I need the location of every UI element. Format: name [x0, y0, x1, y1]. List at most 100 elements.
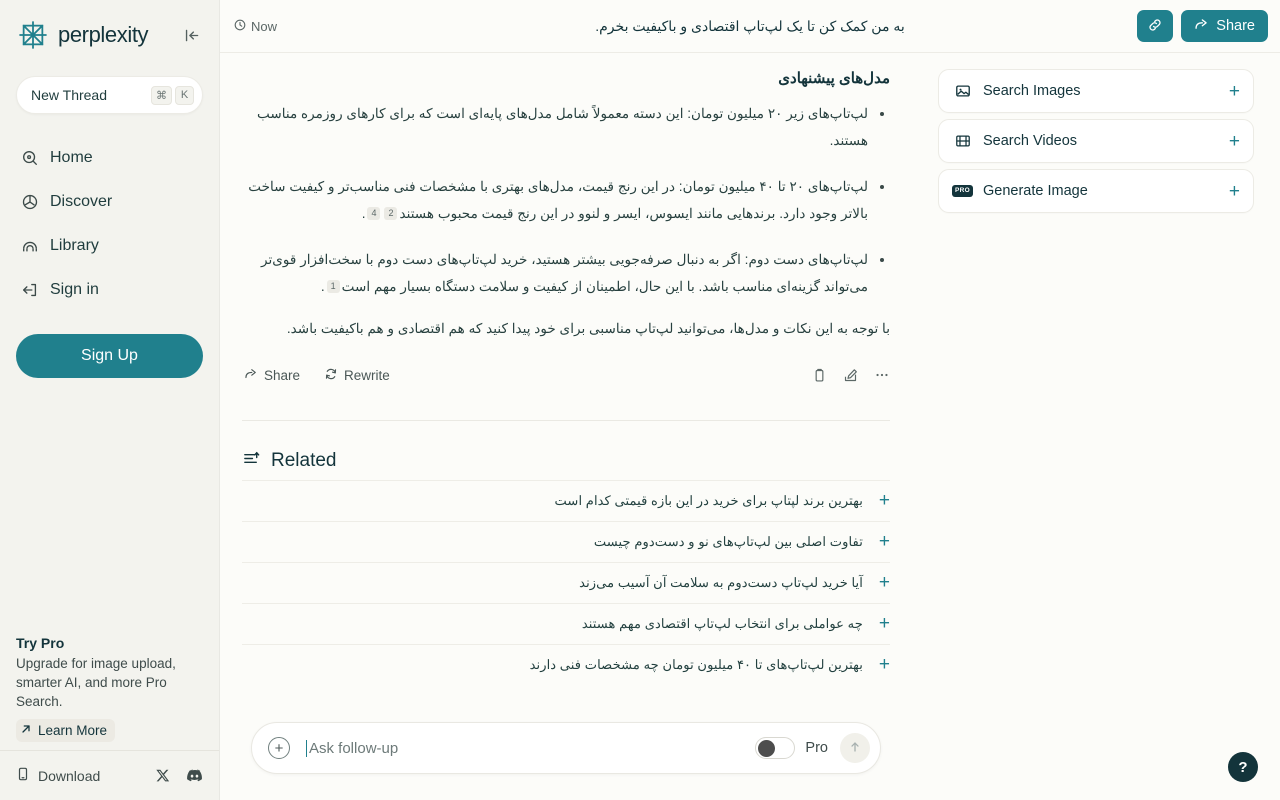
- answer-icon-actions: [812, 367, 890, 383]
- top-actions: Share: [1137, 10, 1268, 42]
- plus-icon[interactable]: +: [865, 573, 890, 592]
- list-item: لپ‌تاپ‌های دست دوم: اگر به دنبال صرفه‌جو…: [242, 247, 890, 300]
- search-images-card[interactable]: Search Images +: [938, 69, 1254, 113]
- answer-heading: مدل‌های پیشنهادی: [778, 70, 890, 87]
- top-bar: Now به من کمک کن تا یک لپ‌تاپ اقتصادی و …: [220, 0, 1280, 53]
- related-item[interactable]: آیا خرید لپ‌تاپ دست‌دوم به سلامت آن آسیب…: [242, 561, 890, 603]
- shortcut-key-cmd: ⌘: [151, 85, 172, 105]
- perplexity-star-logo: [16, 18, 50, 52]
- sidebar-item-label-library: Library: [50, 237, 99, 254]
- citation-badge[interactable]: 4: [367, 206, 381, 220]
- sidebar-item-discover[interactable]: Discover: [0, 180, 219, 224]
- share-arrow-icon: [244, 367, 258, 384]
- social-links: [155, 768, 203, 783]
- image-icon: [953, 83, 972, 99]
- list-item: لپ‌تاپ‌های ۲۰ تا ۴۰ میلیون تومان: در این…: [242, 174, 890, 227]
- answer-closing-paragraph: با توجه به این نکات و مدل‌ها، می‌توانید …: [286, 321, 890, 336]
- related-item[interactable]: بهترین برند لپتاپ برای خرید در این بازه …: [242, 479, 890, 521]
- generate-image-label: Generate Image: [983, 183, 1088, 199]
- share-button-label: Share: [1216, 18, 1255, 34]
- app-root: perplexity New Thread ⌘ K Home Discover …: [0, 0, 1280, 800]
- home-search-icon: [20, 149, 39, 168]
- related-question: بهترین برند لپتاپ برای خرید در این بازه …: [554, 492, 863, 508]
- bullet-suffix: .: [320, 278, 325, 294]
- help-button[interactable]: ?: [1228, 752, 1258, 782]
- main-area: Now به من کمک کن تا یک لپ‌تاپ اقتصادی و …: [220, 0, 1280, 800]
- plus-icon[interactable]: +: [865, 614, 890, 633]
- download-link[interactable]: Download: [16, 767, 100, 784]
- plus-icon[interactable]: +: [1229, 82, 1240, 101]
- sidebar-footer: Download: [0, 750, 219, 800]
- plus-icon[interactable]: +: [865, 532, 890, 551]
- pro-badge-icon: PRO: [952, 185, 973, 197]
- body-area: مدل‌های پیشنهادی لپ‌تاپ‌های زیر ۲۰ میلیو…: [220, 53, 1280, 800]
- brand-row: perplexity: [0, 0, 219, 60]
- download-label: Download: [38, 767, 101, 784]
- sidebar-item-library[interactable]: Library: [0, 224, 219, 268]
- pro-toggle[interactable]: [755, 737, 796, 759]
- new-thread-button[interactable]: New Thread ⌘ K: [16, 76, 203, 114]
- learn-more-label: Learn More: [38, 723, 108, 738]
- rewrite-button[interactable]: Rewrite: [322, 361, 400, 390]
- related-item[interactable]: بهترین لپ‌تاپ‌های تا ۴۰ میلیون تومان چه …: [242, 643, 890, 685]
- sidebar-item-label-sign-in: Sign in: [50, 281, 99, 298]
- search-videos-label: Search Videos: [983, 133, 1078, 149]
- sidebar-item-home[interactable]: Home: [0, 136, 219, 180]
- try-pro-description: Upgrade for image upload, smarter AI, an…: [16, 655, 176, 709]
- bullet-text: لپ‌تاپ‌های دست دوم: اگر به دنبال صرفه‌جو…: [260, 252, 868, 294]
- related-item[interactable]: تفاوت اصلی بین لپ‌تاپ‌های نو و دست‌دوم چ…: [242, 520, 890, 562]
- share-answer-button[interactable]: Share: [242, 361, 310, 390]
- arrow-up-icon: [848, 740, 862, 757]
- new-thread-label: New Thread: [31, 87, 108, 103]
- citation-badge[interactable]: 2: [384, 206, 398, 220]
- plus-icon[interactable]: +: [1229, 182, 1240, 201]
- bullet-suffix: .: [361, 205, 366, 221]
- rewrite-refresh-icon: [324, 367, 338, 384]
- related-question: تفاوت اصلی بین لپ‌تاپ‌های نو و دست‌دوم چ…: [593, 533, 863, 549]
- related-question: چه عواملی برای انتخاب لپ‌تاپ اقتصادی مهم…: [581, 615, 863, 631]
- copy-link-button[interactable]: [1137, 10, 1174, 42]
- thread-title: به من کمک کن تا یک لپ‌تاپ اقتصادی و باکی…: [595, 17, 905, 34]
- timestamp-label: Now: [251, 18, 278, 34]
- video-film-icon: [953, 133, 972, 149]
- sidebar-item-sign-in[interactable]: Sign in: [0, 268, 219, 312]
- collapse-sidebar-icon[interactable]: [181, 24, 203, 46]
- follow-up-composer: + Pro: [251, 722, 881, 774]
- x-twitter-icon[interactable]: [155, 768, 170, 783]
- copy-clipboard-icon[interactable]: [812, 368, 827, 383]
- shortcut-key-k: K: [175, 85, 194, 105]
- sidebar-nav: Home Discover Library Sign in: [0, 136, 219, 312]
- list-item: لپ‌تاپ‌های زیر ۲۰ میلیون تومان: این دسته…: [242, 101, 890, 154]
- plus-icon[interactable]: +: [1229, 132, 1240, 151]
- related-title: Related: [271, 450, 337, 471]
- submit-button[interactable]: [840, 733, 870, 763]
- learn-more-button[interactable]: Learn More: [16, 719, 116, 742]
- plus-icon[interactable]: +: [865, 491, 890, 510]
- sign-up-button[interactable]: Sign Up: [16, 334, 203, 378]
- more-ellipsis-icon[interactable]: [874, 367, 890, 383]
- share-arrow-icon: [1194, 17, 1209, 36]
- ask-follow-up-input[interactable]: [306, 739, 756, 757]
- generate-image-card[interactable]: PRO Generate Image +: [938, 169, 1254, 213]
- related-question: آیا خرید لپ‌تاپ دست‌دوم به سلامت آن آسیب…: [579, 574, 863, 590]
- related-item[interactable]: چه عواملی برای انتخاب لپ‌تاپ اقتصادی مهم…: [242, 602, 890, 644]
- sign-in-icon: [20, 281, 39, 300]
- answer-body: مدل‌های پیشنهادی لپ‌تاپ‌های زیر ۲۰ میلیو…: [242, 69, 890, 343]
- discord-icon[interactable]: [186, 769, 203, 783]
- sidebar-item-label-discover: Discover: [50, 193, 113, 210]
- right-rail: Search Images + Search Videos + PRO Gene…: [920, 53, 1280, 800]
- plus-icon[interactable]: +: [865, 655, 890, 674]
- related-list: بهترین برند لپتاپ برای خرید در این بازه …: [242, 479, 890, 685]
- mobile-device-icon: [16, 767, 30, 784]
- plus-circle-icon[interactable]: +: [268, 737, 290, 759]
- edit-pencil-icon[interactable]: [843, 368, 858, 383]
- bullet-text: لپ‌تاپ‌های زیر ۲۰ میلیون تومان: این دسته…: [257, 106, 868, 148]
- question-mark-icon: ?: [1238, 758, 1248, 776]
- bullet-text: لپ‌تاپ‌های ۲۰ تا ۴۰ میلیون تومان: در این…: [248, 179, 868, 221]
- share-button-top[interactable]: Share: [1181, 10, 1268, 42]
- try-pro-title: Try Pro: [16, 634, 65, 651]
- arrow-up-right-icon: [20, 723, 32, 738]
- search-videos-card[interactable]: Search Videos +: [938, 119, 1254, 163]
- citation-badge[interactable]: 1: [326, 279, 340, 293]
